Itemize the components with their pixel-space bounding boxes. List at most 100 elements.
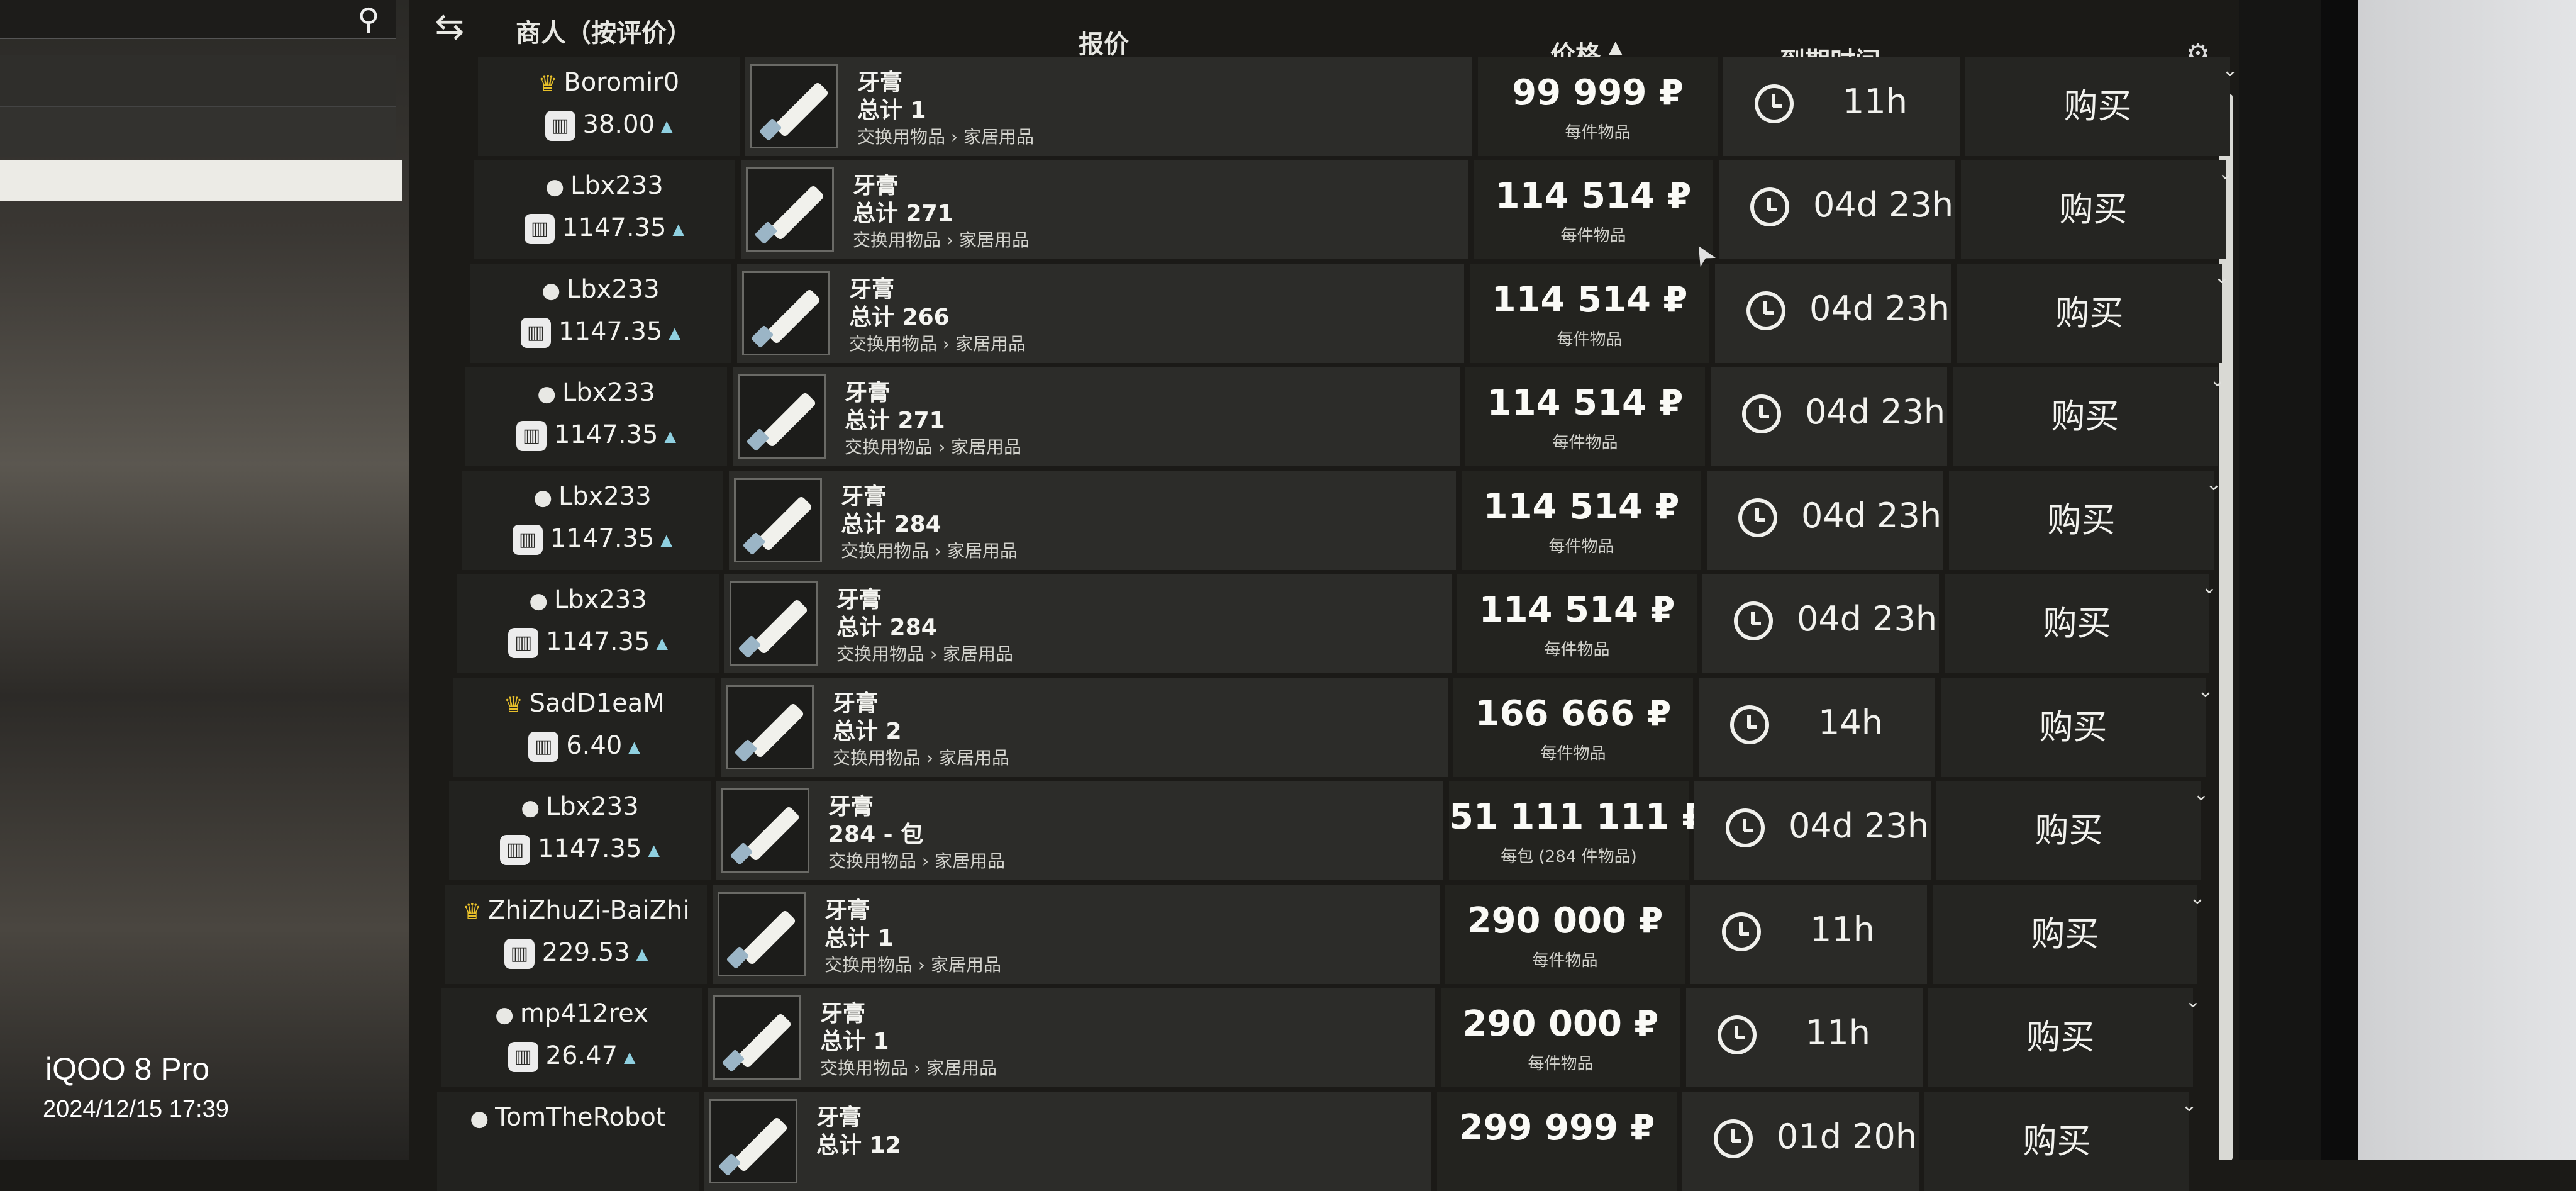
merchant-name[interactable]: Lbx233: [558, 482, 652, 511]
chevron-down-icon[interactable]: ⌄: [2180, 989, 2206, 1014]
merchant-name[interactable]: ZhiZhuZi-BaiZhi: [488, 896, 689, 925]
chevron-down-icon[interactable]: ⌄: [2205, 368, 2230, 393]
item-cell: 牙膏 总计 266 交换用物品 › 家居用品: [737, 264, 1464, 363]
price-cell: 290 000 ₽ 每件物品: [1445, 885, 1685, 984]
item-category: 交换用物品 › 家居用品: [853, 230, 1030, 250]
chevron-down-icon[interactable]: ⌄: [2218, 58, 2243, 83]
rating-badge-icon: ▥: [500, 835, 531, 865]
merchant-cell: ● Lbx233 ▥ 1147.35 ▲: [465, 367, 727, 466]
toothpaste-icon[interactable]: [721, 788, 809, 873]
table-row[interactable]: ♛ SadD1eaM ▥ 6.40 ▲ 牙膏 总计 2 交换用物品 › 家居用品 166 666…: [0, 678, 2576, 777]
rating-value: 38.00: [582, 110, 655, 139]
toothpaste-icon[interactable]: [718, 892, 806, 976]
merchant-name[interactable]: Lbx233: [554, 585, 647, 614]
price-unit: 每件物品: [1544, 640, 1610, 659]
merchant-rating: ▥ 1147.35 ▲: [462, 524, 723, 555]
merchant-name[interactable]: Lbx233: [570, 171, 663, 200]
chevron-down-icon[interactable]: ⌄: [2177, 1093, 2202, 1118]
search-box[interactable]: ⚲: [0, 0, 396, 39]
table-row[interactable]: ● Lbx233 ▥ 1147.35 ▲ 牙膏 总计 284 交换用物品 › 家居用品 114 …: [0, 471, 2576, 570]
camera-watermark-datetime: 2024/12/15 17:39: [43, 1096, 229, 1122]
toothpaste-icon[interactable]: [726, 685, 814, 769]
table-row[interactable]: ● Lbx233 ▥ 1147.35 ▲ 牙膏 总计 284 交换用物品 › 家居用品 114 …: [0, 574, 2576, 673]
price-cell: 290 000 ₽ 每件物品: [1441, 988, 1680, 1087]
header-offer[interactable]: 报价: [1079, 24, 1129, 60]
table-row[interactable]: ● Lbx233 ▥ 1147.35 ▲ 牙膏 284 - 包交换用物品 › 家居用品 51 …: [0, 781, 2576, 880]
toothpaste-icon[interactable]: [713, 995, 801, 1080]
merchant[interactable]: ● Lbx233: [457, 585, 719, 614]
buy-button[interactable]: 购买: [1928, 988, 2193, 1087]
search-icon[interactable]: ⚲: [352, 3, 385, 36]
header-merchant[interactable]: 商人（按评价）: [516, 13, 692, 49]
merchant-name[interactable]: Boromir0: [564, 68, 679, 97]
buy-button[interactable]: 购买: [1933, 885, 2197, 984]
expire-cell: 04d 23h: [1702, 574, 1939, 673]
table-row[interactable]: ● TomTheRobot 牙膏 总计 12 299 999 ₽01d 20h 购买 ⌄: [0, 1092, 2576, 1191]
expire-time: 04d 23h: [1809, 289, 1950, 328]
camera-watermark-model: iQOO 8 Pro: [45, 1051, 210, 1087]
buy-button[interactable]: 购买: [1924, 1092, 2189, 1191]
merchant-name[interactable]: Lbx233: [567, 275, 660, 304]
chevron-down-icon[interactable]: ⌄: [2201, 472, 2226, 497]
buy-button[interactable]: 购买: [1941, 678, 2206, 777]
merchant[interactable]: ● Lbx233: [465, 378, 727, 407]
toothpaste-icon[interactable]: [742, 271, 830, 355]
expire-cell: 11h: [1690, 885, 1927, 984]
merchant[interactable]: ● Lbx233: [462, 482, 723, 511]
merchant[interactable]: ♛ Boromir0: [478, 68, 740, 97]
merchant[interactable]: ♛ SadD1eaM: [453, 689, 715, 718]
expire-time: 11h: [1810, 910, 1875, 949]
table-row[interactable]: ● Lbx233 ▥ 1147.35 ▲ 牙膏 总计 271 交换用物品 › 家居用品 114 …: [0, 160, 2576, 259]
rating-value: 26.47: [545, 1041, 618, 1070]
rating-badge-icon: ▥: [513, 525, 543, 555]
clock-icon: [1738, 498, 1777, 537]
buy-button[interactable]: 购买: [1957, 264, 2222, 363]
toothpaste-icon[interactable]: [746, 167, 834, 252]
buy-cell: 购买 ⌄: [1933, 885, 2206, 984]
toothpaste-icon[interactable]: [734, 478, 822, 562]
merchant[interactable]: ● TomTheRobot: [437, 1103, 699, 1132]
merchant-cell: ● mp412rex ▥ 26.47 ▲: [441, 988, 702, 1087]
sort-ascending-icon[interactable]: ▲: [1609, 36, 1623, 57]
rating-value: 1147.35: [554, 420, 658, 449]
table-row[interactable]: ♛ Boromir0 ▥ 38.00 ▲ 牙膏 总计 1 交换用物品 › 家居用品 99 999…: [0, 57, 2576, 156]
merchant-name[interactable]: SadD1eaM: [530, 689, 665, 718]
merchant[interactable]: ● Lbx233: [474, 171, 735, 200]
merchant-rating: ▥ 1147.35 ▲: [470, 317, 731, 348]
buy-button[interactable]: 购买: [1949, 471, 2214, 570]
toothpaste-icon[interactable]: [738, 374, 826, 459]
toothpaste-icon[interactable]: [709, 1099, 797, 1183]
crown-icon: ♛: [538, 71, 558, 96]
table-row[interactable]: ♛ ZhiZhuZi-BaiZhi ▥ 229.53 ▲ 牙膏 总计 1 交换用物品 › 家居…: [0, 885, 2576, 984]
merchant-name[interactable]: TomTheRobot: [495, 1103, 665, 1132]
buy-button[interactable]: 购买: [1936, 781, 2201, 880]
toothpaste-icon[interactable]: [730, 581, 818, 666]
merchant[interactable]: ● Lbx233: [449, 792, 711, 821]
buy-button[interactable]: 购买: [1945, 574, 2209, 673]
merchant[interactable]: ● mp412rex: [441, 999, 702, 1028]
refresh-icon[interactable]: ⇆: [428, 5, 472, 49]
rating-up-icon: ▲: [628, 738, 640, 756]
merchant-name[interactable]: mp412rex: [520, 999, 648, 1028]
merchant-name[interactable]: Lbx233: [562, 378, 655, 407]
table-row[interactable]: ● mp412rex ▥ 26.47 ▲ 牙膏 总计 1 交换用物品 › 家居用品 290 00…: [0, 988, 2576, 1087]
chevron-down-icon[interactable]: ⌄: [2209, 265, 2235, 290]
table-row[interactable]: ● Lbx233 ▥ 1147.35 ▲ 牙膏 总计 271 交换用物品 › 家居用品 114 …: [0, 367, 2576, 466]
merchant[interactable]: ♛ ZhiZhuZi-BaiZhi: [445, 896, 707, 925]
toothpaste-icon[interactable]: [750, 64, 838, 148]
merchant-cell: ● Lbx233 ▥ 1147.35 ▲: [474, 160, 735, 259]
chevron-down-icon[interactable]: ⌄: [2185, 886, 2210, 911]
buy-button[interactable]: 购买: [1961, 160, 2226, 259]
buy-cell: 购买 ⌄: [1941, 678, 2214, 777]
chevron-down-icon[interactable]: ⌄: [2213, 161, 2238, 186]
chevron-down-icon[interactable]: ⌄: [2189, 782, 2214, 807]
buy-button[interactable]: 购买: [1965, 57, 2230, 156]
price-cell: 114 514 ₽ 每件物品: [1470, 264, 1709, 363]
buy-button[interactable]: 购买: [1953, 367, 2218, 466]
item-category: 交换用物品 › 家居用品: [849, 333, 1026, 354]
merchant[interactable]: ● Lbx233: [470, 275, 731, 304]
table-row[interactable]: ● Lbx233 ▥ 1147.35 ▲ 牙膏 总计 266 交换用物品 › 家居用品 114 …: [0, 264, 2576, 363]
merchant-name[interactable]: Lbx233: [546, 792, 639, 821]
chevron-down-icon[interactable]: ⌄: [2197, 575, 2222, 600]
chevron-down-icon[interactable]: ⌄: [2193, 679, 2218, 704]
